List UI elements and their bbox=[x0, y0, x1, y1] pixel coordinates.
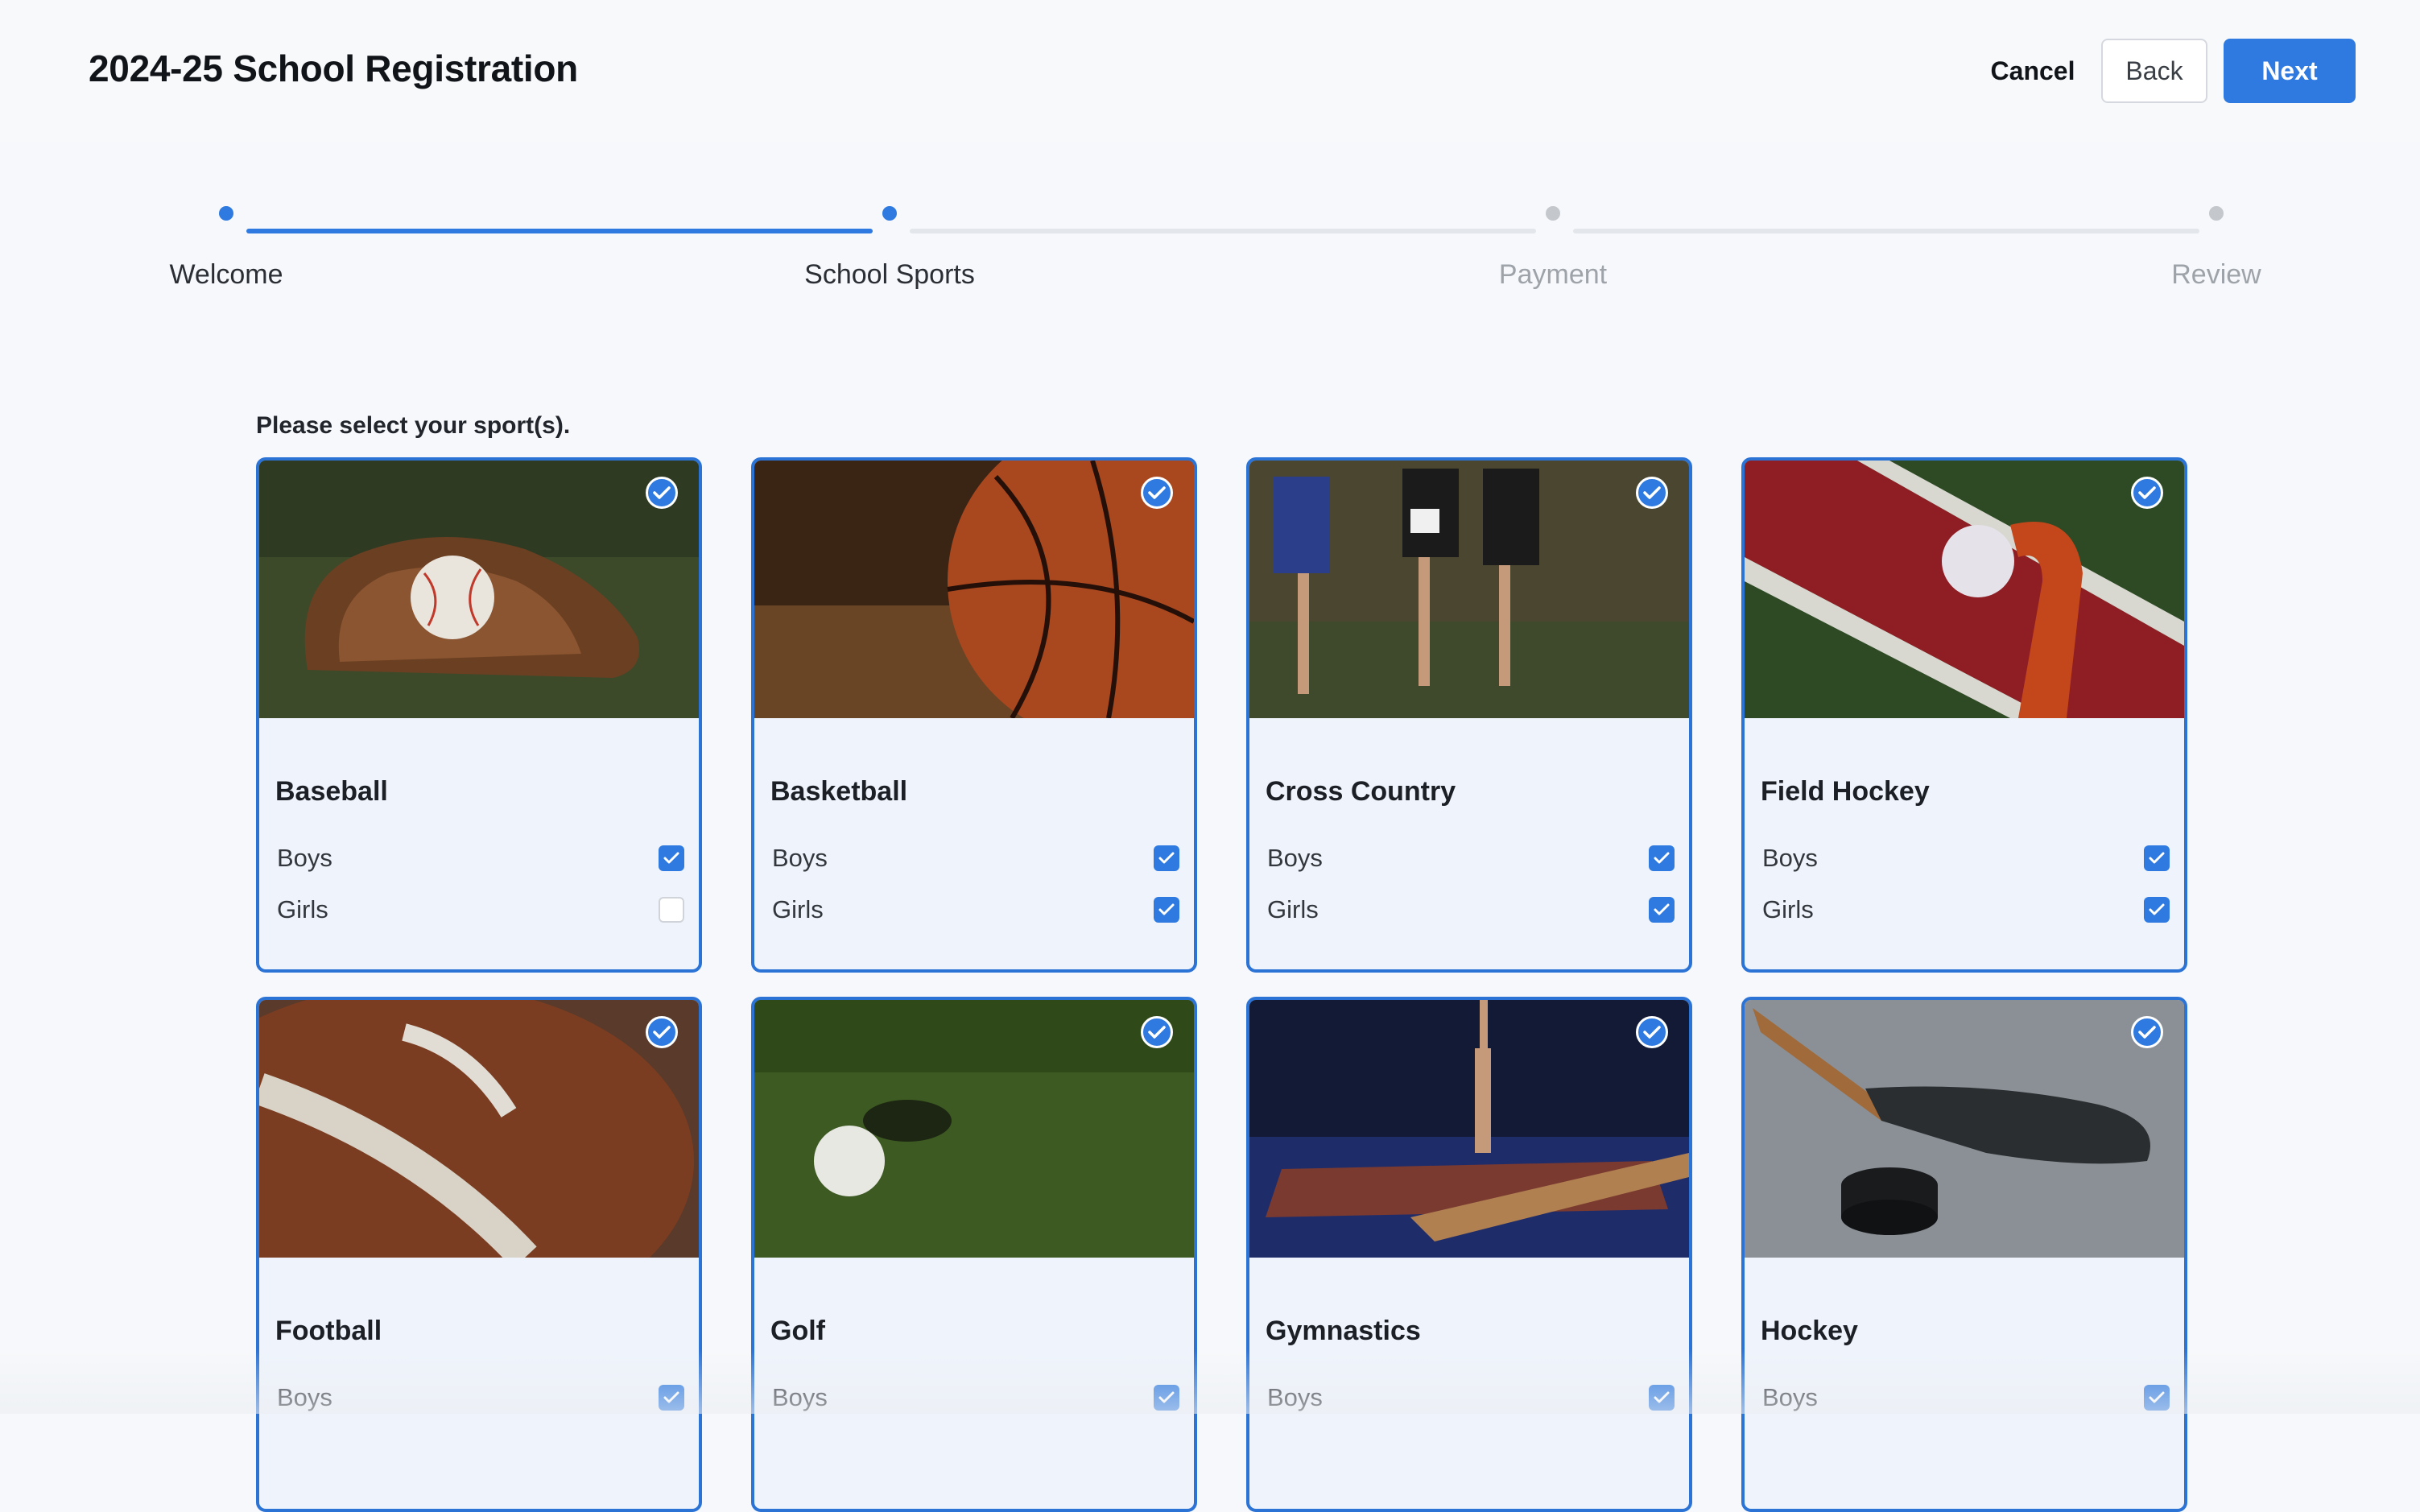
option-girls[interactable]: Girls bbox=[277, 894, 684, 926]
option-label: Boys bbox=[1762, 844, 1818, 872]
girls-checkbox[interactable] bbox=[659, 897, 684, 923]
gymnast-photo bbox=[1249, 1000, 1689, 1258]
card-selected-check-icon bbox=[2131, 477, 2163, 509]
sport-card-gymnastics[interactable]: Gymnastics Boys bbox=[1246, 997, 1692, 1512]
boys-checkbox[interactable] bbox=[1649, 1385, 1675, 1411]
cancel-button[interactable]: Cancel bbox=[1980, 39, 2085, 103]
step-dot-school-sports bbox=[882, 206, 897, 221]
sport-name: Hockey bbox=[1761, 1316, 1858, 1346]
sport-card-basketball[interactable]: Basketball Boys Girls bbox=[751, 457, 1197, 973]
sport-name: Basketball bbox=[770, 776, 908, 807]
card-selected-check-icon bbox=[1141, 477, 1173, 509]
boys-checkbox[interactable] bbox=[2144, 845, 2170, 871]
girls-checkbox[interactable] bbox=[1649, 897, 1675, 923]
option-label: Girls bbox=[277, 895, 328, 923]
sport-card-golf[interactable]: Golf Boys bbox=[751, 997, 1197, 1512]
step-dot-payment bbox=[1546, 206, 1560, 221]
step-dot-review bbox=[2209, 206, 2224, 221]
option-boys[interactable]: Boys bbox=[277, 1382, 684, 1414]
sport-card-cross-country[interactable]: Cross Country Boys Girls bbox=[1246, 457, 1692, 973]
sport-name: Gymnastics bbox=[1266, 1316, 1421, 1346]
boys-checkbox[interactable] bbox=[659, 845, 684, 871]
card-selected-check-icon bbox=[1636, 477, 1668, 509]
option-girls[interactable]: Girls bbox=[1267, 894, 1675, 926]
step-connector-2 bbox=[910, 229, 1536, 233]
option-label: Boys bbox=[277, 1383, 332, 1411]
option-label: Girls bbox=[772, 895, 824, 923]
option-label: Girls bbox=[1762, 895, 1814, 923]
step-connector-1 bbox=[246, 229, 873, 233]
boys-checkbox[interactable] bbox=[1649, 845, 1675, 871]
option-label: Girls bbox=[1267, 895, 1319, 923]
sport-card-baseball[interactable]: Baseball Boys Girls bbox=[256, 457, 702, 973]
boys-checkbox[interactable] bbox=[2144, 1385, 2170, 1411]
girls-checkbox[interactable] bbox=[1154, 897, 1179, 923]
sport-name: Football bbox=[275, 1316, 382, 1346]
golf-ball-photo bbox=[754, 1000, 1194, 1258]
basketball-photo bbox=[754, 461, 1194, 718]
card-selected-check-icon bbox=[646, 477, 678, 509]
sport-name: Baseball bbox=[275, 776, 388, 807]
sport-name: Field Hockey bbox=[1761, 776, 1930, 807]
card-selected-check-icon bbox=[1636, 1016, 1668, 1048]
football-photo bbox=[259, 1000, 699, 1258]
step-label-payment: Payment bbox=[1498, 259, 1608, 290]
app-header: 2024-25 School Registration Cancel Back … bbox=[0, 0, 2420, 142]
baseball-glove-photo bbox=[259, 461, 699, 718]
sport-card-football[interactable]: Football Boys bbox=[256, 997, 702, 1512]
next-button[interactable]: Next bbox=[2224, 39, 2356, 103]
back-button[interactable]: Back bbox=[2101, 39, 2207, 103]
runners-photo bbox=[1249, 461, 1689, 718]
option-boys[interactable]: Boys bbox=[1762, 1382, 2170, 1414]
step-label-welcome: Welcome bbox=[169, 259, 283, 290]
option-girls[interactable]: Girls bbox=[772, 894, 1179, 926]
girls-checkbox[interactable] bbox=[2144, 897, 2170, 923]
card-selected-check-icon bbox=[646, 1016, 678, 1048]
option-boys[interactable]: Boys bbox=[1267, 842, 1675, 874]
sport-name: Golf bbox=[770, 1316, 825, 1346]
option-label: Boys bbox=[277, 844, 332, 872]
boys-checkbox[interactable] bbox=[659, 1385, 684, 1411]
step-connector-3 bbox=[1573, 229, 2199, 233]
option-boys[interactable]: Boys bbox=[1267, 1382, 1675, 1414]
option-label: Boys bbox=[772, 1383, 828, 1411]
sport-card-field-hockey[interactable]: Field Hockey Boys Girls bbox=[1741, 457, 2187, 973]
option-girls[interactable]: Girls bbox=[1762, 894, 2170, 926]
option-label: Boys bbox=[1267, 1383, 1323, 1411]
option-label: Boys bbox=[1267, 844, 1323, 872]
option-label: Boys bbox=[772, 844, 828, 872]
sport-card-hockey[interactable]: Hockey Boys bbox=[1741, 997, 2187, 1512]
page-title: 2024-25 School Registration bbox=[89, 48, 578, 89]
progress-stepper: Welcome School Sports Payment Review bbox=[0, 193, 2420, 306]
sport-name: Cross Country bbox=[1266, 776, 1456, 807]
boys-checkbox[interactable] bbox=[1154, 1385, 1179, 1411]
step-dot-welcome bbox=[219, 206, 233, 221]
card-selected-check-icon bbox=[2131, 1016, 2163, 1048]
sport-selection-prompt: Please select your sport(s). bbox=[256, 412, 571, 439]
option-boys[interactable]: Boys bbox=[772, 1382, 1179, 1414]
boys-checkbox[interactable] bbox=[1154, 845, 1179, 871]
step-label-review: Review bbox=[2171, 259, 2261, 290]
field-hockey-stick-photo bbox=[1745, 461, 2184, 718]
option-label: Boys bbox=[1762, 1383, 1818, 1411]
option-boys[interactable]: Boys bbox=[277, 842, 684, 874]
option-boys[interactable]: Boys bbox=[1762, 842, 2170, 874]
option-boys[interactable]: Boys bbox=[772, 842, 1179, 874]
step-label-school-sports: School Sports bbox=[804, 259, 975, 290]
hockey-stick-puck-photo bbox=[1745, 1000, 2184, 1258]
card-selected-check-icon bbox=[1141, 1016, 1173, 1048]
